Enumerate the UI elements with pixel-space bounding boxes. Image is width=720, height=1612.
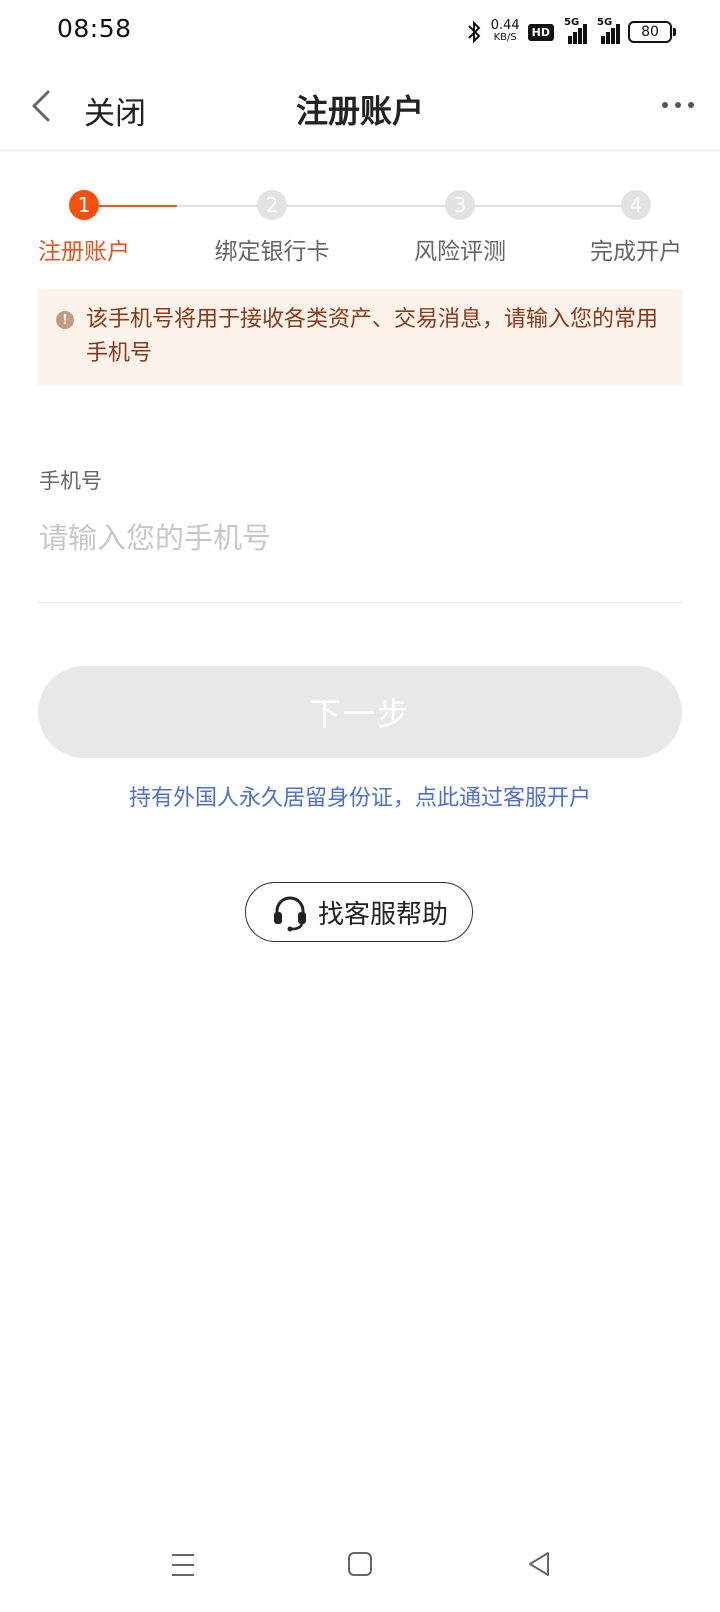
notice-text: 该手机号将用于接收各类资产、交易消息，请输入您的常用手机号: [86, 307, 659, 366]
status-time: 08:58: [57, 14, 132, 43]
page-title: 注册账户: [295, 92, 424, 130]
system-nav-bar: [0, 1522, 720, 1612]
step-1-circle: 1: [69, 190, 99, 220]
phone-input[interactable]: [39, 512, 679, 564]
signal-1-icon: 5G: [562, 17, 587, 44]
bluetooth-icon: [467, 20, 481, 44]
next-step-button[interactable]: 下一步: [38, 666, 682, 758]
status-bar: 08:58 0.44 KB/S HD 5G 5G 80: [0, 0, 720, 64]
step-4-label: 完成开户: [590, 239, 682, 265]
signal-2-label: 5G: [597, 17, 613, 28]
signal-1-label: 5G: [564, 17, 580, 28]
phone-field-label: 手机号: [39, 469, 102, 493]
hd-icon: HD: [527, 23, 554, 41]
field-divider: [38, 602, 682, 603]
nav-bar: 关闭 注册账户: [0, 64, 720, 151]
signal-2-icon: 5G: [595, 17, 620, 44]
step-connector-1b: [177, 205, 259, 207]
step-4-circle: 4: [621, 190, 651, 220]
customer-service-label: 找客服帮助: [317, 899, 448, 930]
step-3-label: 风险评测: [414, 239, 506, 265]
step-connector-2: [287, 205, 445, 207]
progress-stepper: 1 2 3 4 注册账户 绑定银行卡 风险评测 完成开户: [0, 186, 720, 266]
menu-icon[interactable]: [170, 1552, 196, 1578]
step-2-circle: 2: [257, 190, 287, 220]
customer-service-button[interactable]: 找客服帮助: [245, 882, 473, 942]
step-connector-1: [99, 205, 177, 207]
back-triangle-icon[interactable]: [526, 1550, 552, 1578]
status-icons: 0.44 KB/S HD 5G 5G 80: [465, 17, 676, 46]
step-connector-3: [475, 205, 621, 207]
network-speed: 0.44 KB/S: [490, 18, 520, 44]
info-icon: !: [56, 311, 74, 329]
step-1-label: 注册账户: [38, 239, 130, 265]
step-3-circle: 3: [445, 190, 475, 220]
home-icon[interactable]: [348, 1552, 372, 1576]
foreign-residence-link[interactable]: 持有外国人永久居留身份证，点此通过客服开户: [0, 780, 720, 812]
step-2-label: 绑定银行卡: [214, 239, 330, 265]
more-options-icon[interactable]: [662, 102, 694, 108]
network-speed-value: 0.44: [490, 18, 520, 33]
network-speed-unit: KB/S: [493, 32, 517, 43]
battery-level: 80: [641, 24, 659, 40]
headset-icon: [273, 896, 306, 932]
battery-icon: 80: [628, 21, 676, 43]
info-notice: ! 该手机号将用于接收各类资产、交易消息，请输入您的常用手机号: [38, 289, 682, 385]
